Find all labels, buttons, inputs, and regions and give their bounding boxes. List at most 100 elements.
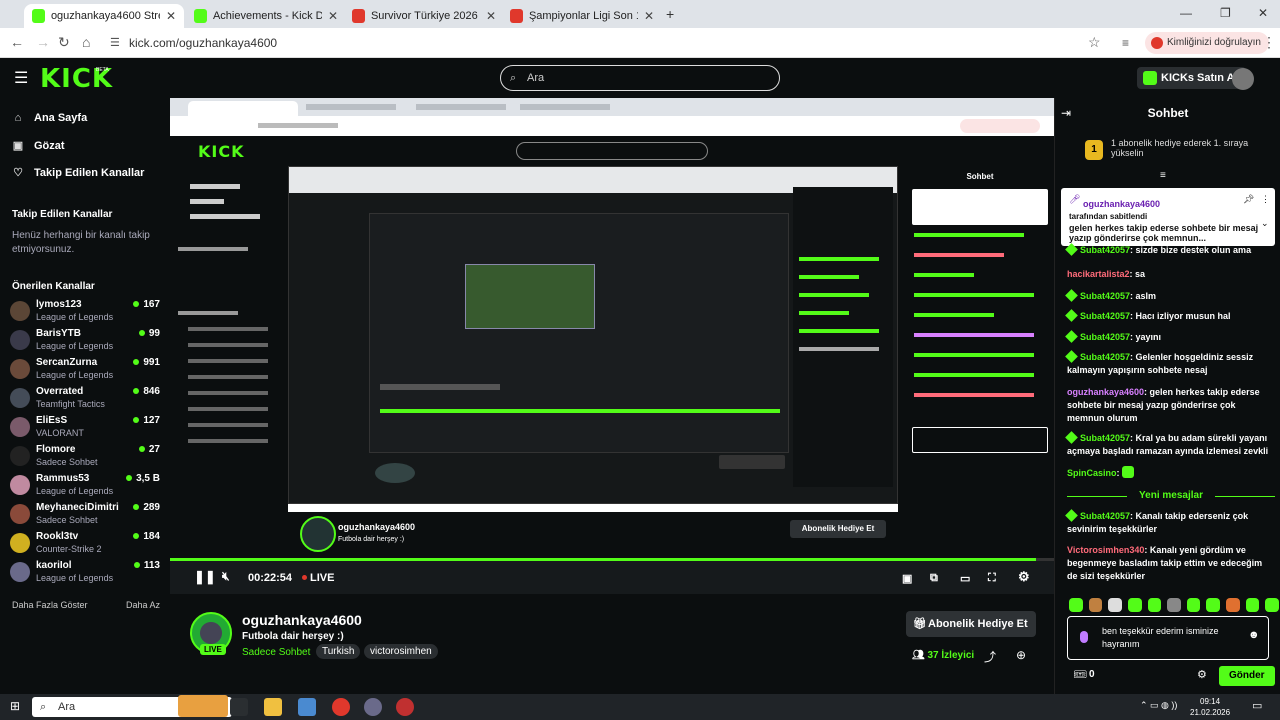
back-icon[interactable]: ← [10, 34, 24, 50]
taskbar-search[interactable]: ⌕ Ara [32, 695, 232, 717]
emote-icon[interactable] [1206, 598, 1221, 612]
chat-username[interactable]: Subat42057 [1080, 433, 1130, 443]
tab-survivor[interactable]: Survivor Türkiye 2026 | 7. Haftu ✕ [344, 4, 504, 28]
emote-icon[interactable] [1265, 598, 1280, 612]
browser-menu-icon[interactable]: ⋮ [1262, 34, 1276, 51]
fullscreen-icon[interactable]: ⛶ [988, 572, 996, 585]
emote-icon[interactable] [1088, 598, 1103, 612]
tab-search-icon[interactable]: ≡ [1122, 36, 1129, 50]
sidebar-item-following[interactable]: ♡ Takip Edilen Kanallar [12, 166, 144, 180]
theatre-mode-icon[interactable]: ▭ [960, 572, 970, 585]
recommended-channel-item[interactable]: EliEsS VALORANT 127 [10, 413, 160, 441]
tag-victorosimhen[interactable]: victorosimhen [364, 644, 438, 659]
avatar[interactable] [1232, 68, 1254, 90]
more-options-icon[interactable]: ⋮ [1261, 194, 1270, 205]
notification-icon[interactable]: ▭ [1252, 699, 1262, 712]
clock[interactable]: 09:14 21.02.2026 [1190, 696, 1230, 718]
chat-username[interactable]: oguzhankaya4600 [1067, 387, 1144, 397]
chat-username[interactable]: SpinCasino [1067, 468, 1117, 478]
chat-settings-icon[interactable]: ⚙ [1197, 668, 1207, 681]
settings-gear-icon[interactable]: ⚙ [1018, 569, 1030, 585]
chat-username[interactable]: Subat42057 [1080, 352, 1130, 362]
video-player[interactable]: KICK oguzhankaya4600 Futbola dair herşey… [170, 98, 1054, 594]
chevron-down-icon[interactable]: ≡ [1160, 170, 1166, 181]
show-more-link[interactable]: Daha Fazla Göster [12, 600, 88, 610]
close-tab-icon[interactable]: ✕ [644, 9, 654, 23]
menu-hamburger-icon[interactable]: ☰ [14, 68, 28, 88]
buy-kicks-button[interactable]: KICKs Satın Al [1137, 67, 1246, 89]
chat-input[interactable]: ben teşekkür ederim isminize hayranım ☻ [1067, 616, 1269, 660]
gift-leaderboard-banner[interactable]: 1 1 abonelik hediye ederek 1. sıraya yük… [1085, 138, 1265, 160]
recommended-channel-item[interactable]: SercanZurna League of Legends 991 [10, 355, 160, 383]
task-view-icon[interactable] [230, 698, 248, 716]
verify-identity-button[interactable]: Kimliğinizi doğrulayın [1145, 32, 1269, 54]
file-explorer-icon[interactable] [264, 698, 282, 716]
close-tab-icon[interactable]: ✕ [328, 9, 338, 23]
pin-icon[interactable]: 📌︎ [1243, 194, 1254, 205]
recommended-channel-item[interactable]: Rammus53 League of Legends 3,5 B [10, 471, 160, 499]
emote-icon[interactable] [1167, 598, 1181, 612]
chat-username[interactable]: Subat42057 [1080, 511, 1130, 521]
add-user-icon[interactable]: ⊕ [1016, 648, 1026, 662]
sidebar-item-browse[interactable]: ▣ Gözat [12, 139, 65, 153]
emote-icon[interactable] [1245, 598, 1260, 612]
recommended-channel-item[interactable]: MeyhaneciDimitri Sadece Sohbet 289 [10, 500, 160, 528]
chat-username[interactable]: Subat42057 [1080, 332, 1130, 342]
recommended-channel-item[interactable]: Overrated Teamfight Tactics 846 [10, 384, 160, 412]
show-less-link[interactable]: Daha Az [126, 600, 160, 610]
chat-username[interactable]: Victorosimhen340 [1067, 545, 1144, 555]
recommended-channel-item[interactable]: lymos123 League of Legends 167 [10, 297, 160, 325]
tab-champions-league[interactable]: Şampiyonlar Ligi Son 16 Pl ✕ [502, 4, 662, 28]
windows-start-icon[interactable]: ⊞ [10, 699, 20, 713]
chevron-down-icon[interactable]: ⌄ [1261, 218, 1269, 229]
clip-icon[interactable]: ⧉ [930, 572, 938, 585]
tray-icons[interactable]: ⌃ ▭ ◍ )) [1140, 700, 1177, 711]
close-window-icon[interactable]: ✕ [1258, 6, 1268, 20]
close-tab-icon[interactable]: ✕ [486, 9, 496, 23]
home-icon[interactable]: ⌂ [82, 34, 90, 50]
emote-icon[interactable] [1069, 598, 1083, 612]
new-tab-icon[interactable]: + [666, 6, 674, 22]
emote-icon[interactable] [1108, 598, 1122, 612]
recommended-channel-item[interactable]: kaoriIol League of Legends 113 [10, 558, 160, 586]
recorder-icon[interactable] [396, 698, 414, 716]
tab-kick-stream[interactable]: oguzhankaya4600 Stream - Wa ✕ [24, 4, 184, 28]
mute-icon[interactable]: 🔇︎ [222, 569, 230, 584]
forward-icon[interactable]: → [36, 34, 50, 50]
recommended-channel-item[interactable]: BarisYTB League of Legends 99 [10, 326, 160, 354]
recommended-channel-item[interactable]: Rookl3tv Counter-Strike 2 184 [10, 529, 160, 557]
site-info-icon[interactable]: ☰ [110, 36, 120, 49]
reload-icon[interactable]: ↻ [58, 34, 70, 51]
tab-achievements[interactable]: Achievements - Kick Dashboard ✕ [186, 4, 346, 28]
url-field[interactable]: kick.com/oguzhankaya4600 [129, 36, 277, 50]
maximize-icon[interactable]: ❐ [1220, 6, 1231, 20]
emote-icon[interactable] [1147, 598, 1162, 612]
pinned-message[interactable]: 🎤︎ oguzhankaya4600 tarafından sabitlendi… [1061, 188, 1275, 246]
stream-category[interactable]: Sadece Sohbet [242, 647, 310, 658]
search-input[interactable]: ⌕ Ara [500, 65, 780, 91]
app-icon[interactable] [364, 698, 382, 716]
chat-username[interactable]: Subat42057 [1080, 311, 1130, 321]
picture-in-picture-icon[interactable]: ▣ [902, 572, 912, 585]
store-icon[interactable] [298, 698, 316, 716]
chat-username[interactable]: Subat42057 [1080, 291, 1130, 301]
chrome-icon[interactable] [332, 698, 350, 716]
close-tab-icon[interactable]: ✕ [166, 9, 176, 23]
chat-username[interactable]: Subat42057 [1080, 245, 1130, 255]
pause-icon[interactable]: ❚❚ [194, 569, 216, 585]
send-button[interactable]: Gönder [1219, 666, 1275, 686]
tag-turkish[interactable]: Turkish [316, 644, 361, 659]
bookmark-star-icon[interactable]: ☆ [1088, 34, 1101, 51]
gift-subscription-button[interactable]: 🎁︎ Abonelik Hediye Et [906, 611, 1036, 637]
emote-icon[interactable] [1186, 598, 1201, 612]
chat-username[interactable]: hacikartalista2 [1067, 269, 1130, 279]
recommended-channel-item[interactable]: Flomore Sadece Sohbet 27 [10, 442, 160, 470]
playback-progress[interactable] [170, 558, 1054, 561]
emote-icon[interactable] [1226, 598, 1240, 612]
share-icon[interactable]: ⤴ [984, 648, 996, 665]
channel-name[interactable]: oguzhankaya4600 [242, 612, 362, 628]
emote-icon[interactable] [1127, 598, 1142, 612]
minimize-icon[interactable]: — [1180, 6, 1192, 20]
emoji-icon[interactable]: ☻ [1248, 629, 1260, 642]
sidebar-item-home[interactable]: ⌂ Ana Sayfa [12, 112, 88, 124]
